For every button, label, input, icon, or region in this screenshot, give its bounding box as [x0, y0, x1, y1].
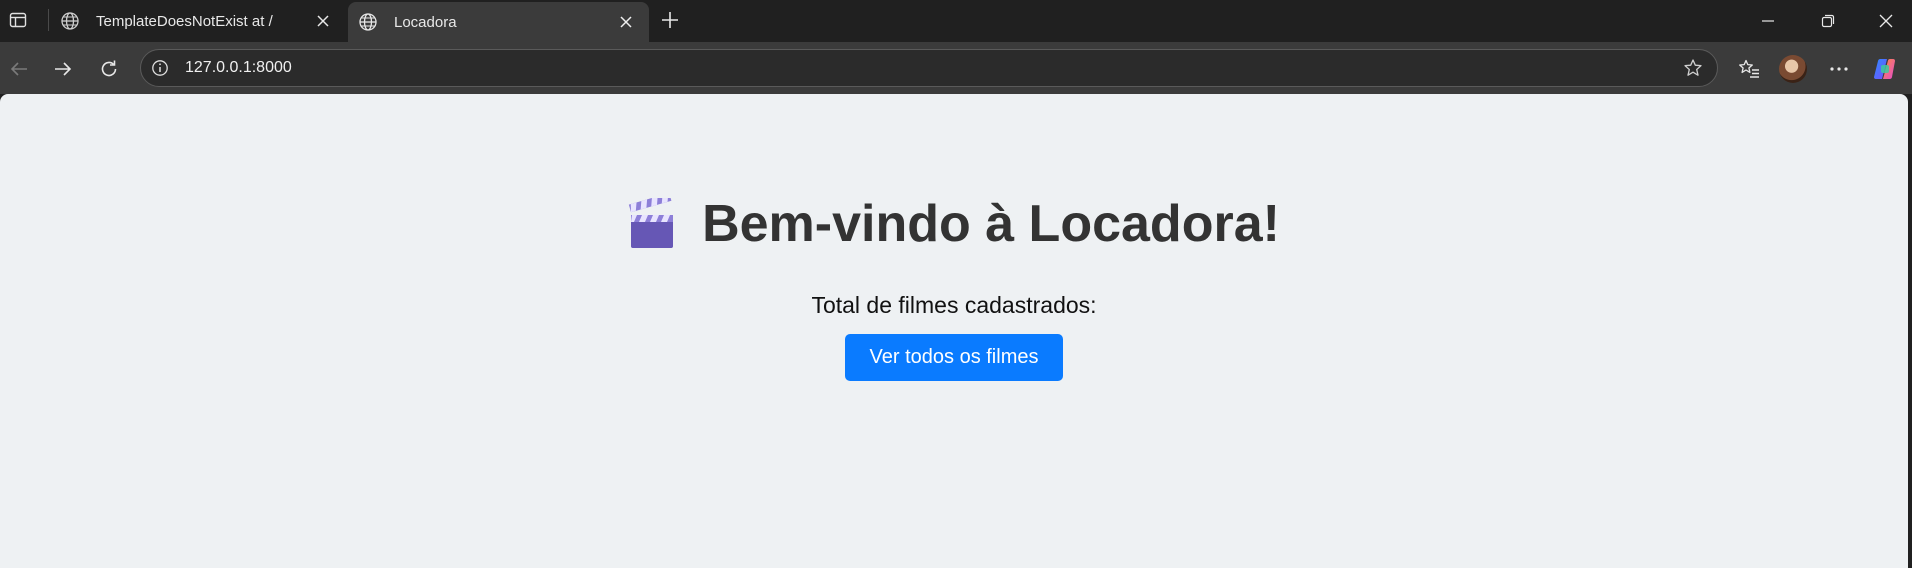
favorites-icon [1739, 59, 1759, 78]
minimize-icon [1762, 20, 1774, 22]
info-icon[interactable] [149, 57, 171, 79]
more-options-button[interactable] [1822, 52, 1856, 86]
profile-button[interactable] [1776, 52, 1810, 86]
page-heading-text: Bem-vindo à Locadora! [702, 195, 1280, 253]
page-viewport: Bem-vindo à Locadora! Total de filmes ca… [0, 94, 1908, 568]
view-all-movies-button[interactable]: Ver todos os filmes [845, 334, 1063, 381]
ellipsis-icon [1830, 67, 1848, 71]
window-close-button[interactable] [1858, 0, 1912, 42]
tab-separator [48, 9, 49, 31]
copilot-icon [1874, 58, 1895, 80]
tab-actions-icon [9, 12, 27, 28]
clapperboard-icon [628, 198, 678, 250]
star-icon[interactable] [1679, 54, 1707, 82]
page-title: Bem-vindo à Locadora! [0, 194, 1908, 254]
browser-toolbar: 127.0.0.1:8000 [0, 42, 1912, 94]
tab-title: TemplateDoesNotExist at / [96, 12, 273, 30]
arrow-right-icon [55, 62, 72, 76]
favorites-button[interactable] [1732, 52, 1766, 86]
close-icon[interactable] [615, 11, 637, 33]
copilot-button[interactable] [1868, 52, 1902, 86]
tab-templatedoesnotexist[interactable]: TemplateDoesNotExist at / [50, 2, 346, 40]
globe-icon [358, 11, 380, 33]
new-tab-button[interactable] [655, 5, 685, 35]
tab-locadora[interactable]: Locadora [348, 2, 649, 42]
tab-strip: TemplateDoesNotExist at / Locadora [0, 0, 1912, 42]
forward-button[interactable] [46, 52, 80, 86]
refresh-icon [101, 60, 117, 77]
reload-button[interactable] [92, 52, 126, 86]
total-movies-label: Total de filmes cadastrados: [811, 292, 1097, 318]
close-icon [1879, 14, 1893, 28]
browser-window: TemplateDoesNotExist at / Locadora 127.0… [0, 0, 1912, 568]
close-icon[interactable] [312, 10, 334, 32]
tab-actions-button[interactable] [4, 6, 32, 34]
arrow-left-icon [10, 62, 27, 76]
plus-icon [662, 12, 678, 28]
tab-title: Locadora [394, 13, 457, 31]
minimize-button[interactable] [1740, 0, 1796, 42]
restore-icon [1821, 14, 1835, 28]
back-button[interactable] [2, 52, 36, 86]
avatar [1779, 55, 1807, 83]
address-bar[interactable]: 127.0.0.1:8000 [140, 49, 1718, 87]
url-text[interactable]: 127.0.0.1:8000 [185, 59, 1679, 77]
globe-icon [60, 10, 82, 32]
restore-button[interactable] [1800, 0, 1856, 42]
